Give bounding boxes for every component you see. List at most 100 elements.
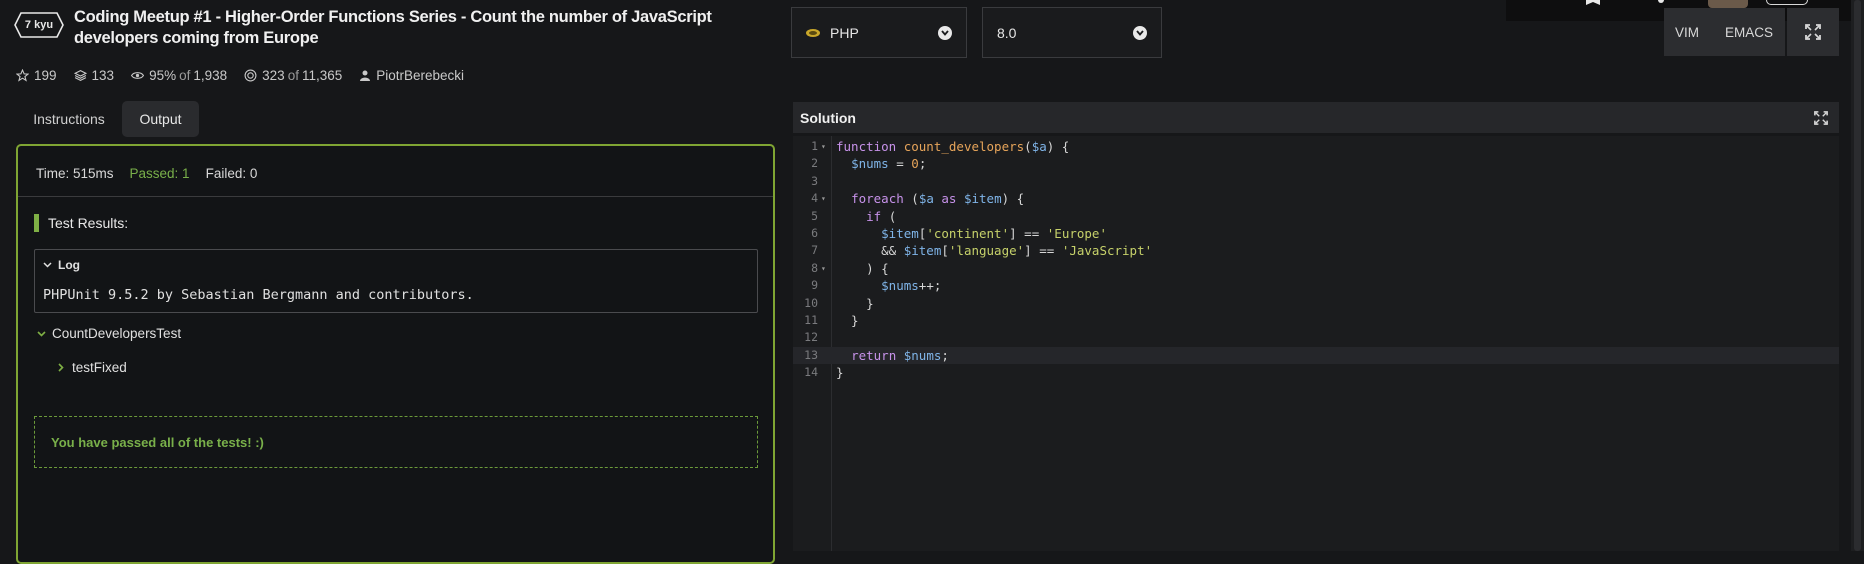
code-editor[interactable]: 1 ▾ function count_developers($a) {2 $nums… bbox=[793, 136, 1839, 551]
output-panel: Time: 515ms Passed: 1 Failed: 0 Test Res… bbox=[16, 144, 775, 564]
collections-stat[interactable]: 133 bbox=[73, 68, 115, 83]
author-stat[interactable]: PiotrBerebecki bbox=[359, 68, 464, 83]
expand-icon[interactable] bbox=[1814, 111, 1828, 125]
expand-icon bbox=[1805, 24, 1821, 40]
line-number: 1 bbox=[811, 139, 818, 153]
code-line[interactable]: 13 return $nums; bbox=[793, 346, 1839, 365]
code-line[interactable]: 6 $item['continent'] == 'Europe' bbox=[793, 225, 1839, 242]
line-number: 7 bbox=[811, 243, 818, 258]
chevron-down-icon bbox=[37, 330, 46, 337]
test-case-name: testFixed bbox=[72, 360, 127, 375]
status-bar bbox=[34, 214, 39, 232]
solution-header: Solution bbox=[793, 102, 1839, 133]
fold-toggle-icon[interactable]: ▾ bbox=[821, 138, 826, 155]
satisfaction-percent: 95% bbox=[149, 68, 177, 83]
test-case-item[interactable]: testFixed bbox=[58, 360, 127, 375]
code-line[interactable]: 7 && $item['language'] == 'JavaScript' bbox=[793, 242, 1839, 259]
code-line[interactable]: 4 ▾ foreach ($a as $item) { bbox=[793, 190, 1839, 207]
failed-count: Failed: 0 bbox=[205, 166, 258, 181]
completed-of-label: of bbox=[287, 68, 299, 83]
chevron-right-icon bbox=[58, 363, 64, 372]
code-text: ) { bbox=[836, 260, 889, 276]
test-results-label: Test Results: bbox=[48, 215, 129, 231]
code-line[interactable]: 14} bbox=[793, 364, 1839, 381]
code-text: $nums++; bbox=[881, 278, 942, 294]
rank-badge: 7 kyu bbox=[14, 12, 64, 38]
line-number: 11 bbox=[804, 313, 818, 327]
menu-button[interactable] bbox=[1766, 0, 1808, 5]
divider bbox=[18, 196, 773, 197]
code-line[interactable]: 9 $nums++; bbox=[793, 277, 1839, 294]
code-line[interactable]: 10 } bbox=[793, 295, 1839, 312]
tab-instructions[interactable]: Instructions bbox=[18, 101, 120, 137]
editor-mode-group: VIM EMACS bbox=[1664, 8, 1785, 56]
stars-stat[interactable]: 199 bbox=[16, 68, 57, 83]
code-text: if ( bbox=[866, 208, 897, 224]
line-number: 3 bbox=[811, 173, 818, 188]
code-line[interactable]: 5 if ( bbox=[793, 208, 1839, 225]
code-text: $nums = 0; bbox=[851, 156, 927, 172]
author-name[interactable]: PiotrBerebecki bbox=[376, 68, 464, 83]
code-text: foreach ($a as $item) { bbox=[851, 191, 1025, 207]
line-number: 12 bbox=[804, 330, 818, 345]
code-text: } bbox=[836, 365, 844, 381]
line-number: 14 bbox=[804, 365, 818, 380]
line-number: 8 bbox=[811, 260, 818, 275]
collections-count: 133 bbox=[91, 68, 115, 83]
code-line[interactable]: 8 ▾ ) { bbox=[793, 260, 1839, 277]
version-select-value: 8.0 bbox=[997, 24, 1017, 41]
test-suite-name: CountDevelopersTest bbox=[52, 326, 182, 341]
code-line[interactable]: 2 $nums = 0; bbox=[793, 155, 1839, 172]
fullscreen-button[interactable] bbox=[1787, 8, 1839, 56]
code-text: function count_developers($a) { bbox=[836, 139, 1070, 154]
code-line[interactable]: 12 bbox=[793, 329, 1839, 346]
chevron-down-icon bbox=[1133, 25, 1147, 40]
page-scrollbar-thumb[interactable] bbox=[1854, 0, 1861, 551]
code-line[interactable]: 3 bbox=[793, 173, 1839, 190]
eye-icon bbox=[131, 72, 145, 79]
code-text: } bbox=[836, 295, 874, 311]
code-line[interactable]: 11 } bbox=[793, 312, 1839, 329]
solution-title: Solution bbox=[800, 109, 856, 126]
kata-stats: 199 133 95% of 1,938 323 of 11,365 Piotr… bbox=[16, 68, 481, 83]
test-results-heading: Test Results: bbox=[34, 214, 128, 232]
language-select[interactable]: PHP bbox=[791, 7, 967, 58]
satisfaction-votes: 1,938 bbox=[193, 68, 228, 83]
emacs-button[interactable]: EMACS bbox=[1725, 25, 1773, 40]
tab-output[interactable]: Output bbox=[122, 101, 199, 137]
test-summary: Time: 515ms Passed: 1 Failed: 0 bbox=[36, 166, 273, 181]
line-number: 5 bbox=[811, 208, 818, 223]
completed-stat: 323 of 11,365 bbox=[244, 68, 342, 83]
version-select[interactable]: 8.0 bbox=[982, 7, 1162, 58]
satisfaction-stat: 95% of 1,938 bbox=[131, 68, 227, 83]
fold-toggle-icon[interactable]: ▾ bbox=[821, 260, 826, 277]
stars-count: 199 bbox=[34, 68, 57, 83]
log-box: Log PHPUnit 9.5.2 by Sebastian Bergmann … bbox=[34, 249, 758, 313]
line-number: 13 bbox=[804, 347, 818, 362]
language-select-value: PHP bbox=[830, 24, 859, 41]
avatar[interactable] bbox=[1708, 0, 1748, 8]
kata-title[interactable]: Coding Meetup #1 - Higher-Order Function… bbox=[74, 7, 764, 49]
passed-count: Passed: 1 bbox=[129, 166, 190, 181]
log-toggle[interactable]: Log bbox=[43, 258, 80, 272]
log-label: Log bbox=[58, 258, 80, 272]
code-text: } bbox=[836, 313, 859, 328]
fold-toggle-icon[interactable]: ▾ bbox=[821, 190, 826, 207]
code-text: return $nums; bbox=[851, 347, 949, 363]
code-text: $item['continent'] == 'Europe' bbox=[881, 226, 1107, 241]
line-number: 6 bbox=[811, 226, 818, 240]
test-suite-item[interactable]: CountDevelopersTest bbox=[37, 326, 181, 341]
pass-message: You have passed all of the tests! :) bbox=[34, 416, 758, 468]
completed-count: 323 bbox=[262, 68, 285, 83]
line-number: 9 bbox=[811, 278, 818, 293]
target-icon bbox=[244, 69, 257, 82]
chevron-down-icon bbox=[43, 262, 52, 268]
line-number: 10 bbox=[804, 295, 818, 310]
vim-button[interactable]: VIM bbox=[1675, 25, 1699, 40]
code-line[interactable]: 1 ▾ function count_developers($a) { bbox=[793, 138, 1839, 155]
satisfaction-of-label: of bbox=[179, 68, 191, 83]
code-text: && $item['language'] == 'JavaScript' bbox=[836, 243, 1153, 259]
layers-icon bbox=[73, 70, 87, 81]
line-number: 2 bbox=[811, 156, 818, 171]
php-icon bbox=[806, 28, 820, 37]
